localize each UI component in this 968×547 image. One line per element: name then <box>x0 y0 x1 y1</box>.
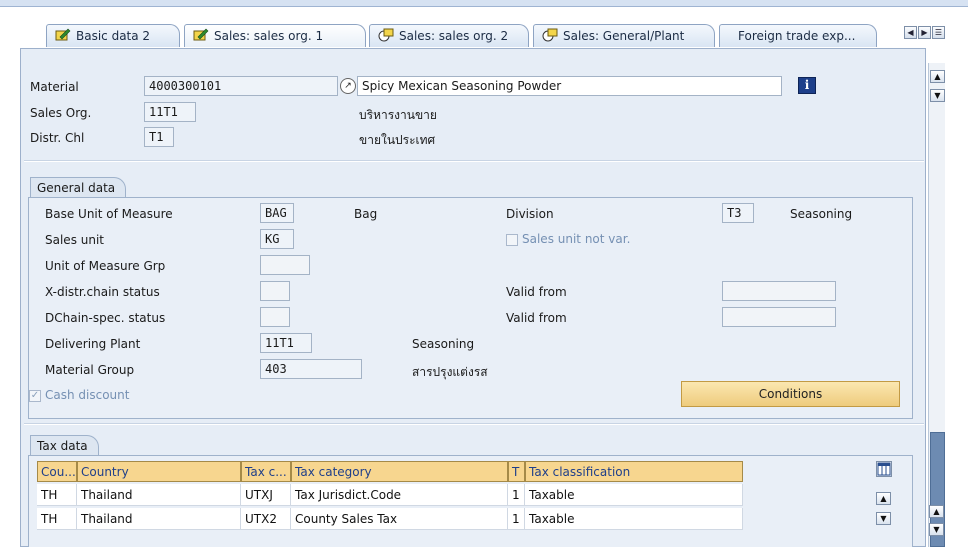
sales-unit-not-var-label: Sales unit not var. <box>522 232 631 246</box>
col-tax-category[interactable]: Tax category <box>291 461 508 482</box>
header-divider <box>24 160 924 162</box>
uom-grp-label: Unit of Measure Grp <box>45 259 166 273</box>
column-settings-icon[interactable] <box>876 461 892 477</box>
table-cell-tax-category[interactable]: County Sales Tax <box>291 508 508 530</box>
tab-list-icon: ☰ <box>934 28 943 37</box>
col-country-code[interactable]: Cou... <box>37 461 77 482</box>
tab-label: Foreign trade exp... <box>738 29 856 43</box>
table-cell-country[interactable]: Thailand <box>77 484 241 506</box>
table-config-icon <box>877 462 891 476</box>
cash-discount-checkbox[interactable]: ✓ <box>29 390 41 402</box>
distr-chl-field[interactable]: T1 <box>144 127 174 147</box>
vertical-scrollbar[interactable]: ▲ ▼ <box>928 63 945 547</box>
table-cell-country-code[interactable]: TH <box>37 508 77 530</box>
col-tax-code[interactable]: Tax c... <box>241 461 291 482</box>
sales-unit-not-var-checkbox[interactable] <box>506 234 518 246</box>
arrow-down-icon: ▼ <box>933 525 940 534</box>
table-cell-t[interactable]: 1 <box>508 508 525 530</box>
table-cell-tax-code[interactable]: UTXJ <box>241 484 291 506</box>
table-scroll-down-button[interactable]: ▼ <box>876 512 891 525</box>
arrow-up-icon: ▲ <box>933 507 940 516</box>
tab-display-icon <box>378 28 394 42</box>
valid-from-field-1[interactable] <box>722 281 836 301</box>
arrow-down-icon: ▼ <box>934 91 941 100</box>
arrow-up-icon: ▲ <box>880 494 887 503</box>
tab-label: Sales: sales org. 1 <box>214 29 324 43</box>
tab-edit-icon <box>55 28 71 41</box>
tab-sales-org-2[interactable]: Sales: sales org. 2 <box>369 24 529 47</box>
valid-from-label-2: Valid from <box>506 311 567 325</box>
uom-grp-field[interactable] <box>260 255 310 275</box>
table-cell-tax-code[interactable]: UTX2 <box>241 508 291 530</box>
col-t[interactable]: T <box>508 461 525 482</box>
sales-unit-field[interactable]: KG <box>260 229 294 249</box>
tab-scroll-left-button[interactable]: ◀ <box>904 26 917 39</box>
delivering-plant-field[interactable]: 11T1 <box>260 333 312 353</box>
dchain-spec-status-field[interactable] <box>260 307 290 327</box>
sales-org-label: Sales Org. <box>30 106 92 120</box>
general-data-title: General data <box>30 177 127 197</box>
xdistr-chain-status-field[interactable] <box>260 281 290 301</box>
valid-from-label-1: Valid from <box>506 285 567 299</box>
tab-sales-general-plant[interactable]: Sales: General/Plant <box>533 24 715 47</box>
tab-edit-icon <box>193 28 209 41</box>
arrow-up-icon: ▲ <box>934 72 941 81</box>
cash-discount-label: Cash discount <box>45 388 130 402</box>
material-group-field[interactable]: 403 <box>260 359 362 379</box>
col-tax-classification[interactable]: Tax classification <box>525 461 743 482</box>
division-label: Division <box>506 207 554 221</box>
material-description-field[interactable]: Spicy Mexican Seasoning Powder <box>357 76 782 96</box>
division-description: Seasoning <box>790 207 853 221</box>
tab-foreign-trade-exp[interactable]: Foreign trade exp... <box>719 24 877 47</box>
material-label: Material <box>30 80 79 94</box>
tab-sales-org-1[interactable]: Sales: sales org. 1 <box>184 24 366 47</box>
material-lookup-icon[interactable]: ↗ <box>340 78 356 94</box>
material-group-label: Material Group <box>45 363 135 377</box>
window-top-border <box>0 0 968 7</box>
base-uom-label: Base Unit of Measure <box>45 207 173 221</box>
sales-unit-label: Sales unit <box>45 233 105 247</box>
base-uom-description: Bag <box>354 207 378 221</box>
base-uom-field[interactable]: BAG <box>260 203 294 223</box>
page-scroll-down-button[interactable]: ▼ <box>929 523 944 536</box>
delivering-plant-description: Seasoning <box>412 337 475 351</box>
section-divider <box>24 423 924 425</box>
page-scroll-up-button[interactable]: ▲ <box>929 505 944 518</box>
tab-list-button[interactable]: ☰ <box>932 26 945 39</box>
col-country[interactable]: Country <box>77 461 241 482</box>
material-field[interactable]: 4000300101 <box>144 76 338 96</box>
table-cell-tax-category[interactable]: Tax Jurisdict.Code <box>291 484 508 506</box>
arrow-left-icon: ◀ <box>907 28 914 37</box>
arrow-down-icon: ▼ <box>880 514 887 523</box>
table-scroll-up-button[interactable]: ▲ <box>876 492 891 505</box>
tab-label: Basic data 2 <box>76 29 151 43</box>
tab-label: Sales: General/Plant <box>563 29 685 43</box>
dchain-spec-status-label: DChain-spec. status <box>45 311 166 325</box>
tab-display-icon <box>542 28 558 42</box>
material-group-description: สารปรุงแต่งรส <box>412 365 488 379</box>
table-cell-country-code[interactable]: TH <box>37 484 77 506</box>
delivering-plant-label: Delivering Plant <box>45 337 141 351</box>
table-cell-country[interactable]: Thailand <box>77 508 241 530</box>
scroll-up-button[interactable]: ▲ <box>930 70 945 83</box>
scroll-down-button[interactable]: ▼ <box>930 89 945 102</box>
sales-org-description: บริหารงานขาย <box>359 108 437 122</box>
tab-label: Sales: sales org. 2 <box>399 29 509 43</box>
distr-chl-label: Distr. Chl <box>30 131 85 145</box>
info-glyph: i <box>804 78 810 92</box>
arrow-right-icon: ▶ <box>921 28 928 37</box>
sales-org-field[interactable]: 11T1 <box>144 102 196 122</box>
table-cell-tax-classification[interactable]: Taxable <box>525 484 743 506</box>
info-icon[interactable]: i <box>798 77 816 94</box>
tax-data-title: Tax data <box>30 435 99 455</box>
conditions-button[interactable]: Conditions <box>681 381 900 407</box>
table-cell-tax-classification[interactable]: Taxable <box>525 508 743 530</box>
tab-scroll-right-button[interactable]: ▶ <box>918 26 931 39</box>
tab-basic-data-2[interactable]: Basic data 2 <box>46 24 180 47</box>
division-field[interactable]: T3 <box>722 203 754 223</box>
table-cell-t[interactable]: 1 <box>508 484 525 506</box>
valid-from-field-2[interactable] <box>722 307 836 327</box>
xdistr-chain-status-label: X-distr.chain status <box>45 285 160 299</box>
distr-chl-description: ขายในประเทศ <box>359 133 436 147</box>
